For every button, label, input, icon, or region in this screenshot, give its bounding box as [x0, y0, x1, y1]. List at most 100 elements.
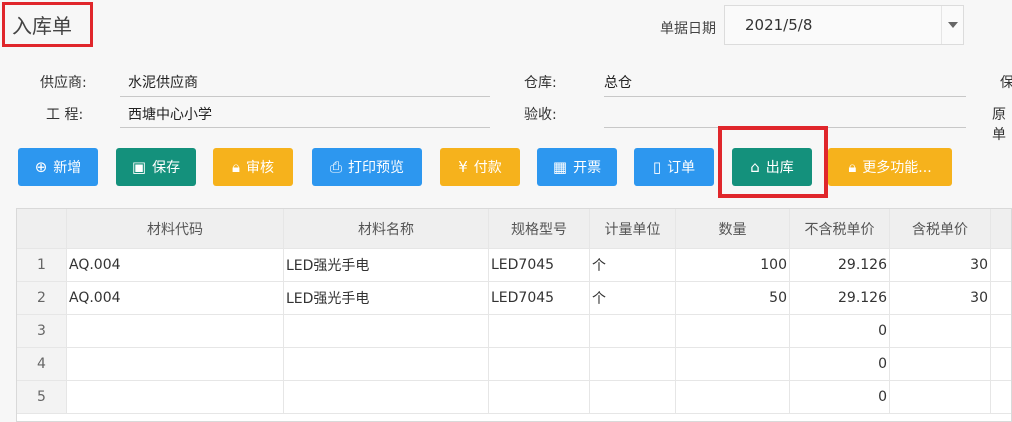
cell-unit[interactable]: 个 — [590, 249, 676, 282]
column-header-code[interactable]: 材料代码 — [67, 209, 284, 249]
cell-price-in[interactable]: 30 — [890, 249, 991, 282]
table-row[interactable]: 40 — [17, 348, 1011, 381]
outbound-highlight-box — [718, 126, 828, 198]
project-label: 工 程: — [46, 107, 84, 123]
lock-icon: 🔒︎ — [232, 157, 240, 176]
column-header-qty[interactable]: 数量 — [676, 209, 790, 249]
cell-spec[interactable] — [489, 315, 590, 348]
column-header-spec[interactable]: 规格型号 — [489, 209, 590, 249]
extra-label-2: 原单 — [992, 107, 1006, 143]
supplier-label: 供应商: — [40, 75, 87, 91]
plus-circle-icon: ⊕ — [34, 157, 48, 176]
page-title: 入库单 — [12, 14, 72, 38]
cell-price-ex[interactable]: 29.126 — [790, 282, 890, 315]
cell-unit[interactable] — [590, 381, 676, 414]
invoice-button[interactable]: ▦ 开票 — [537, 148, 617, 186]
cell-qty[interactable] — [676, 348, 790, 381]
table-row[interactable]: 2 AQ.004 LED强光手电 LED7045 个 50 29.126 30 — [17, 282, 1011, 315]
payment-button-label: 付款 — [473, 160, 502, 176]
date-value: 2021/5/8 — [745, 16, 813, 34]
cell-unit[interactable] — [590, 348, 676, 381]
table-row[interactable]: 1 AQ.004 LED强光手电 LED7045 个 100 29.126 30 — [17, 249, 1011, 282]
cell-more[interactable] — [991, 315, 1011, 348]
cell-price-ex[interactable]: 29.126 — [790, 249, 890, 282]
column-header-more — [991, 209, 1011, 249]
warehouse-field[interactable]: 总仓 — [604, 72, 632, 92]
table-row[interactable]: 30 — [17, 315, 1011, 348]
cell-name[interactable]: LED强光手电 — [284, 282, 489, 315]
cell-price-ex[interactable]: 0 — [790, 381, 890, 414]
payment-button[interactable]: ¥ 付款 — [440, 148, 520, 186]
audit-button[interactable]: 🔒︎ 审核 — [213, 148, 293, 186]
materials-table: 材料代码 材料名称 规格型号 计量单位 数量 不含税单价 含税单价 1 AQ.00… — [16, 208, 1012, 422]
row-number: 2 — [17, 282, 67, 315]
order-button-label: 订单 — [667, 160, 696, 176]
cell-name[interactable] — [284, 348, 489, 381]
cell-unit[interactable]: 个 — [590, 282, 676, 315]
supplier-underline — [120, 96, 490, 97]
warehouse-label: 仓库: — [524, 75, 557, 91]
invoice-button-label: 开票 — [573, 160, 602, 176]
warehouse-underline — [604, 96, 966, 97]
inspect-label: 验收: — [524, 107, 557, 123]
save-icon: ▣ — [131, 157, 147, 176]
cell-code[interactable]: AQ.004 — [67, 282, 284, 315]
date-label: 单据日期 — [660, 21, 716, 37]
add-button-label: 新增 — [53, 160, 82, 176]
row-number-header — [17, 209, 67, 249]
add-button[interactable]: ⊕ 新增 — [18, 148, 98, 186]
column-header-name[interactable]: 材料名称 — [284, 209, 489, 249]
cell-name[interactable]: LED强光手电 — [284, 249, 489, 282]
cell-code[interactable]: AQ.004 — [67, 249, 284, 282]
cell-spec[interactable]: LED7045 — [489, 249, 590, 282]
cell-name[interactable] — [284, 381, 489, 414]
more-functions-button-label: 更多功能... — [862, 160, 932, 176]
chevron-down-icon[interactable] — [941, 6, 963, 44]
cell-name[interactable] — [284, 315, 489, 348]
order-button[interactable]: ▯ 订单 — [634, 148, 714, 186]
cell-code[interactable] — [67, 348, 284, 381]
date-select[interactable]: 2021/5/8 — [724, 5, 964, 45]
project-field[interactable]: 西塘中心小学 — [128, 104, 212, 124]
cell-price-in[interactable]: 30 — [890, 282, 991, 315]
cell-qty[interactable]: 50 — [676, 282, 790, 315]
column-header-unit[interactable]: 计量单位 — [590, 209, 676, 249]
cell-unit[interactable] — [590, 315, 676, 348]
cell-price-in[interactable] — [890, 381, 991, 414]
cell-more[interactable] — [991, 282, 1011, 315]
project-underline — [120, 127, 490, 128]
row-number: 3 — [17, 315, 67, 348]
row-number: 1 — [17, 249, 67, 282]
cell-price-ex[interactable]: 0 — [790, 348, 890, 381]
cell-more[interactable] — [991, 348, 1011, 381]
cell-code[interactable] — [67, 315, 284, 348]
row-number: 4 — [17, 348, 67, 381]
cell-qty[interactable]: 100 — [676, 249, 790, 282]
column-header-price-ex[interactable]: 不含税单价 — [790, 209, 890, 249]
table-row[interactable]: 50 — [17, 381, 1011, 414]
more-functions-button[interactable]: 🔒︎ 更多功能... — [828, 148, 952, 186]
save-button[interactable]: ▣ 保存 — [116, 148, 196, 186]
extra-label-1: 保 — [1000, 75, 1012, 91]
printer-icon: ⎙ — [329, 157, 342, 176]
cell-qty[interactable] — [676, 315, 790, 348]
supplier-field[interactable]: 水泥供应商 — [128, 72, 198, 92]
cell-price-in[interactable] — [890, 348, 991, 381]
cell-spec[interactable] — [489, 348, 590, 381]
cell-price-ex[interactable]: 0 — [790, 315, 890, 348]
document-icon: ▯ — [652, 157, 662, 176]
row-number: 5 — [17, 381, 67, 414]
lock-icon: 🔒︎ — [848, 157, 857, 176]
cell-code[interactable] — [67, 381, 284, 414]
cell-qty[interactable] — [676, 381, 790, 414]
cell-more[interactable] — [991, 249, 1011, 282]
audit-button-label: 审核 — [245, 160, 274, 176]
cell-price-in[interactable] — [890, 315, 991, 348]
print-preview-button-label: 打印预览 — [348, 160, 404, 176]
save-button-label: 保存 — [152, 160, 181, 176]
cell-spec[interactable] — [489, 381, 590, 414]
cell-more[interactable] — [991, 381, 1011, 414]
cell-spec[interactable]: LED7045 — [489, 282, 590, 315]
column-header-price-in[interactable]: 含税单价 — [890, 209, 991, 249]
print-preview-button[interactable]: ⎙ 打印预览 — [312, 148, 422, 186]
